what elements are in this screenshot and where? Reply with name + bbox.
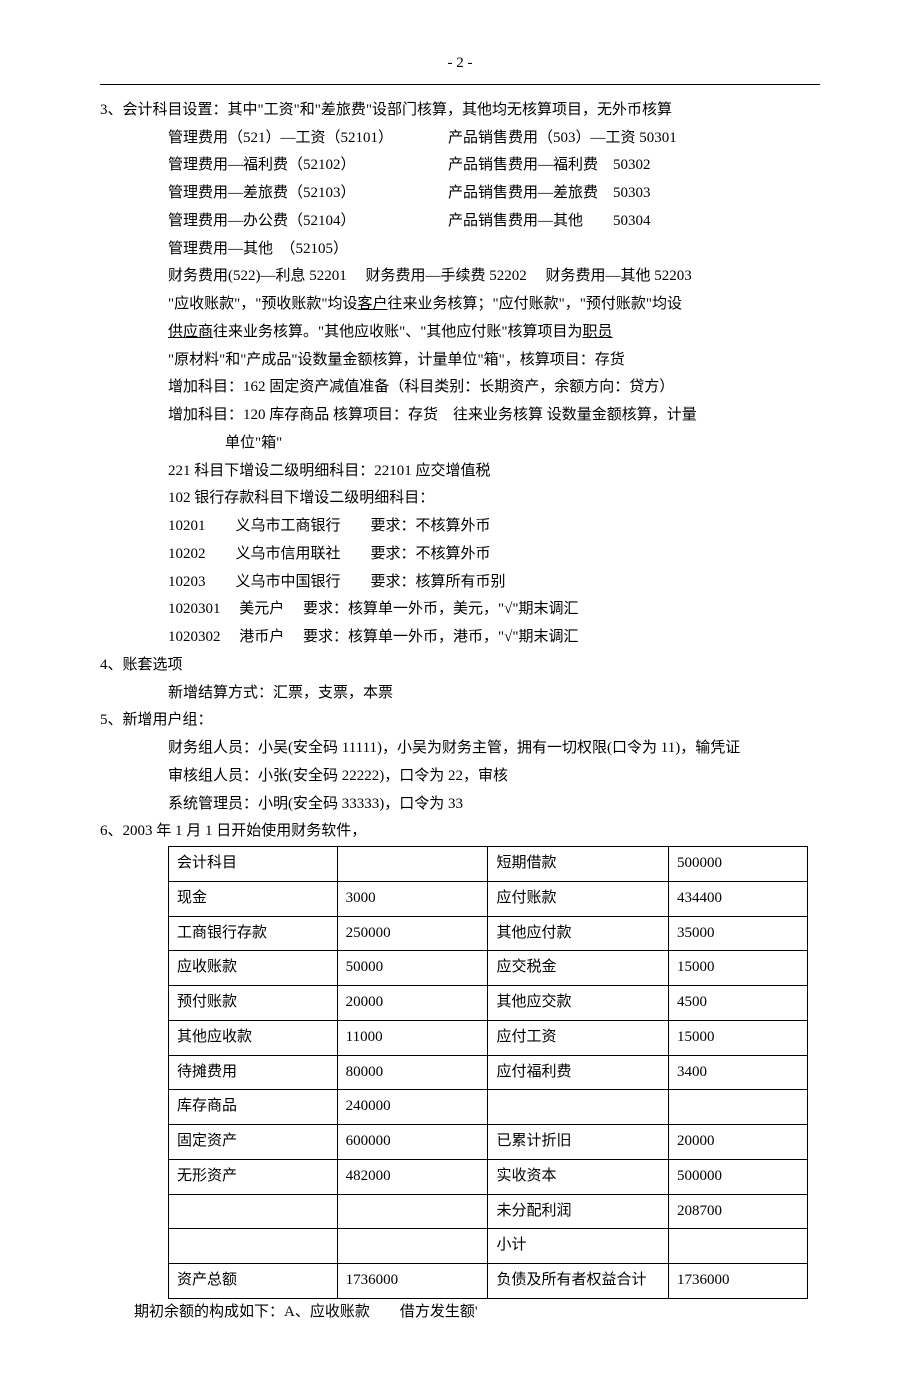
table-cell: 资产总额 — [169, 1264, 338, 1299]
table-cell: 其他应收款 — [169, 1020, 338, 1055]
account-row: 管理费用—福利费（52102）产品销售费用—福利费 50302 — [168, 152, 820, 180]
table-cell: 434400 — [669, 881, 808, 916]
table-cell: 应付账款 — [488, 881, 669, 916]
table-cell: 应付工资 — [488, 1020, 669, 1055]
table-cell — [488, 1090, 669, 1125]
bank-sub: 10203 义乌市中国银行 要求：核算所有币别 — [168, 569, 820, 597]
table-row: 其他应收款11000应付工资15000 — [169, 1020, 808, 1055]
table-cell: 工商银行存款 — [169, 916, 338, 951]
table-cell: 240000 — [337, 1090, 488, 1125]
sub102-line: 102 银行存款科目下增设二级明细科目： — [168, 485, 820, 513]
table-cell: 208700 — [669, 1194, 808, 1229]
add-subject-line2b: 单位"箱" — [100, 430, 820, 458]
table-cell: 会计科目 — [169, 847, 338, 882]
table-cell: 无形资产 — [169, 1159, 338, 1194]
table-cell: 其他应付款 — [488, 916, 669, 951]
table-cell: 已累计折旧 — [488, 1125, 669, 1160]
table-row: 库存商品240000 — [169, 1090, 808, 1125]
add-subject-line: 增加科目：162 固定资产减值准备（科目类别：长期资产，余额方向：贷方） — [168, 374, 820, 402]
table-cell: 应收账款 — [169, 951, 338, 986]
bank-sub: 10201 义乌市工商银行 要求：不核算外币 — [168, 513, 820, 541]
table-cell: 其他应交款 — [488, 986, 669, 1021]
section-6-heading: 6、2003 年 1 月 1 日开始使用财务软件， — [100, 818, 820, 846]
table-row: 会计科目 短期借款500000 — [169, 847, 808, 882]
table-cell: 待摊费用 — [169, 1055, 338, 1090]
add-subject-line2: 增加科目：120 库存商品 核算项目：存货 往来业务核算 设数量金额核算，计量 — [168, 402, 820, 430]
table-row: 固定资产600000已累计折旧20000 — [169, 1125, 808, 1160]
table-cell — [337, 1229, 488, 1264]
table-row: 预付账款20000其他应交款4500 — [169, 986, 808, 1021]
table-cell — [169, 1229, 338, 1264]
table-cell: 固定资产 — [169, 1125, 338, 1160]
table-cell: 现金 — [169, 881, 338, 916]
user-group-line: 审核组人员：小张(安全码 22222)，口令为 22，审核 — [100, 763, 820, 791]
table-cell: 500000 — [669, 1159, 808, 1194]
table-cell: 250000 — [337, 916, 488, 951]
settlement-line: 新增结算方式：汇票，支票，本票 — [100, 680, 820, 708]
account-row: 管理费用（521）—工资（52101）产品销售费用（503）—工资 50301 — [168, 125, 820, 153]
table-cell: 4500 — [669, 986, 808, 1021]
account-row: 管理费用—办公费（52104）产品销售费用—其他 50304 — [168, 208, 820, 236]
table-row: 未分配利润208700 — [169, 1194, 808, 1229]
table-cell: 3400 — [669, 1055, 808, 1090]
table-cell: 应交税金 — [488, 951, 669, 986]
table-row: 现金3000应付账款434400 — [169, 881, 808, 916]
section-3-heading: 3、会计科目设置：其中"工资"和"差旅费"设部门核算，其他均无核算项目，无外币核… — [100, 97, 820, 125]
table-cell: 小计 — [488, 1229, 669, 1264]
table-cell: 1736000 — [337, 1264, 488, 1299]
table-cell — [337, 847, 488, 882]
balance-table: 会计科目短期借款500000现金3000应付账款434400工商银行存款2500… — [168, 846, 808, 1299]
table-cell: 应付福利费 — [488, 1055, 669, 1090]
table-cell: 实收资本 — [488, 1159, 669, 1194]
table-cell: 50000 — [337, 951, 488, 986]
table-cell: 预付账款 — [169, 986, 338, 1021]
receivable-line: "应收账款"，"预收账款"均设客户往来业务核算；"应付账款"，"预付账款"均设 — [168, 291, 820, 319]
table-cell: 1736000 — [669, 1264, 808, 1299]
table-cell: 未分配利润 — [488, 1194, 669, 1229]
table-cell: 600000 — [337, 1125, 488, 1160]
table-row: 小计 — [169, 1229, 808, 1264]
account-row: 管理费用—差旅费（52103）产品销售费用—差旅费 50303 — [168, 180, 820, 208]
header-rule — [100, 84, 820, 85]
table-cell: 短期借款 — [488, 847, 669, 882]
sub221-line: 221 科目下增设二级明细科目：22101 应交增值税 — [168, 458, 820, 486]
material-line: "原材料"和"产成品"设数量金额核算，计量单位"箱"，核算项目：存货 — [168, 347, 820, 375]
table-cell: 库存商品 — [169, 1090, 338, 1125]
table-cell — [669, 1090, 808, 1125]
table-row: 待摊费用80000应付福利费3400 — [169, 1055, 808, 1090]
table-row: 无形资产482000实收资本500000 — [169, 1159, 808, 1194]
table-cell — [337, 1194, 488, 1229]
table-cell: 11000 — [337, 1020, 488, 1055]
table-cell: 15000 — [669, 951, 808, 986]
account-row: 管理费用—其他 （52105） — [168, 236, 820, 264]
table-cell: 15000 — [669, 1020, 808, 1055]
table-cell: 20000 — [669, 1125, 808, 1160]
section-5-heading: 5、新增用户组： — [100, 707, 820, 735]
supplier-line: 供应商往来业务核算。"其他应收账"、"其他应付账"核算项目为职员 — [168, 319, 820, 347]
table-cell: 20000 — [337, 986, 488, 1021]
table-row: 工商银行存款250000其他应付款35000 — [169, 916, 808, 951]
bank-sub: 10202 义乌市信用联社 要求：不核算外币 — [168, 541, 820, 569]
user-group-line: 财务组人员：小吴(安全码 11111)，小吴为财务主管，拥有一切权限(口令为 1… — [100, 735, 820, 763]
table-cell: 35000 — [669, 916, 808, 951]
table-cell: 482000 — [337, 1159, 488, 1194]
opening-balance-footer: 期初余额的构成如下：A、应收账款 借方发生额' — [100, 1299, 820, 1327]
table-cell: 3000 — [337, 881, 488, 916]
page-number: - 2 - — [100, 50, 820, 78]
table-cell — [669, 1229, 808, 1264]
table-cell: 500000 — [669, 847, 808, 882]
section-4-heading: 4、账套选项 — [100, 652, 820, 680]
table-cell: 80000 — [337, 1055, 488, 1090]
table-cell — [169, 1194, 338, 1229]
table-cell: 负债及所有者权益合计 — [488, 1264, 669, 1299]
table-row: 应收账款50000应交税金15000 — [169, 951, 808, 986]
bank-sub: 1020301 美元户 要求：核算单一外币，美元，"√"期末调汇 — [168, 596, 820, 624]
user-group-line: 系统管理员：小明(安全码 33333)，口令为 33 — [100, 791, 820, 819]
finance-fee-line: 财务费用(522)—利息 52201 财务费用—手续费 52202 财务费用—其… — [168, 263, 820, 291]
table-row: 资产总额1736000负债及所有者权益合计1736000 — [169, 1264, 808, 1299]
bank-sub: 1020302 港币户 要求：核算单一外币，港币，"√"期末调汇 — [168, 624, 820, 652]
